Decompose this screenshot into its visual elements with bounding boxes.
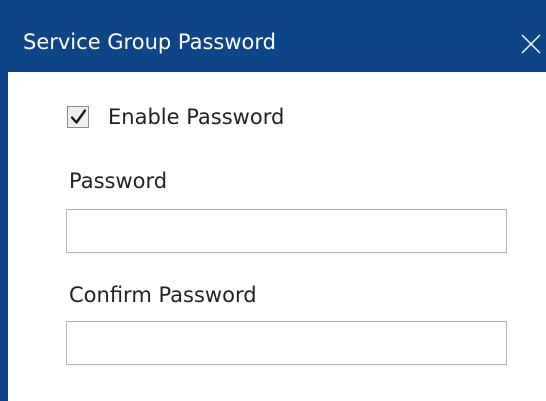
dialog-titlebar: Service Group Password — [0, 0, 546, 72]
dialog-title: Service Group Password — [23, 30, 276, 54]
service-group-password-dialog: Service Group Password Enable Password P… — [0, 0, 546, 401]
enable-password-checkbox[interactable] — [67, 106, 89, 128]
password-label: Password — [69, 169, 168, 193]
close-button[interactable] — [516, 26, 546, 60]
dialog-frame-left — [0, 72, 8, 401]
checkmark-icon — [70, 109, 87, 124]
password-input[interactable] — [66, 209, 507, 253]
enable-password-label[interactable]: Enable Password — [108, 105, 284, 129]
close-icon — [521, 34, 541, 54]
enable-password-row: Enable Password — [67, 103, 284, 131]
confirm-password-label: Confirm Password — [69, 283, 257, 307]
confirm-password-input[interactable] — [66, 321, 507, 365]
